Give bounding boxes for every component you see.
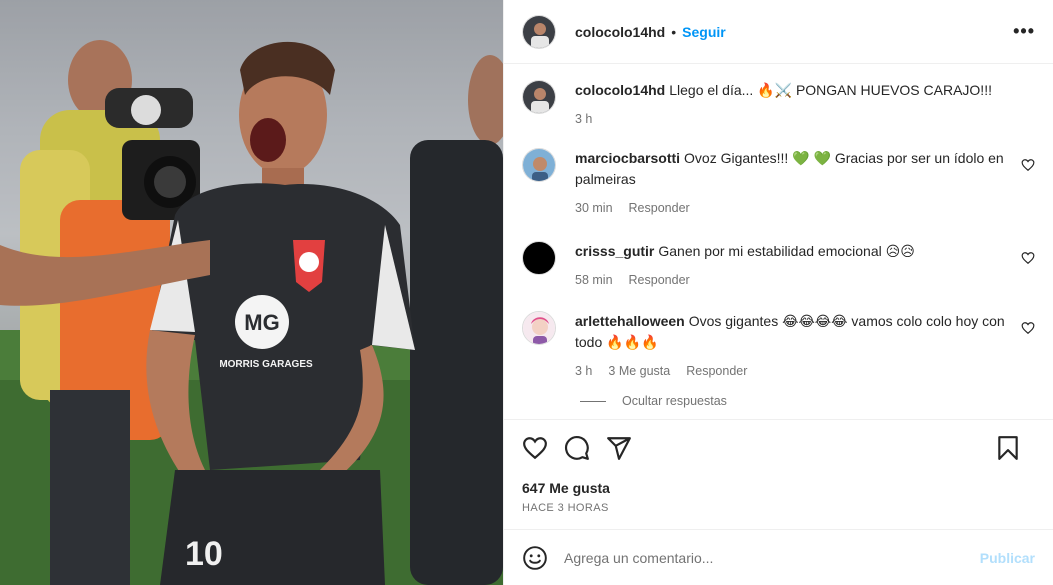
commenter-avatar[interactable] — [522, 241, 556, 275]
author-username[interactable]: colocolo14hd — [575, 24, 665, 40]
hide-replies-line — [580, 400, 606, 402]
hide-replies-button[interactable]: Ocultar respuestas — [580, 394, 1035, 408]
comment-body: arlettehalloween Ovos gigantes 😂😂😂😂 vamos… — [575, 311, 1035, 382]
caption-username[interactable]: colocolo14hd — [575, 82, 665, 98]
bookmark-icon[interactable] — [997, 435, 1019, 461]
comment-time[interactable]: 3 h — [575, 361, 592, 382]
likes-count[interactable]: 647 Me gusta — [522, 480, 1035, 496]
comment-username[interactable]: marciocbarsotti — [575, 150, 680, 166]
share-icon[interactable] — [606, 435, 632, 461]
commenter-avatar[interactable] — [522, 148, 556, 182]
comment-meta: 3 h 3 Me gusta Responder — [575, 361, 1005, 382]
photo-illustration: MG MORRIS GARAGES 10 — [0, 0, 503, 585]
separator-dot: • — [671, 23, 677, 40]
comment-icon[interactable] — [564, 435, 590, 461]
caption-body: colocolo14hd Llego el día... 🔥⚔️ PONGAN H… — [575, 80, 1035, 130]
post-modal: MG MORRIS GARAGES 10 colocolo14hd • Segu… — [0, 0, 1053, 585]
comment-username[interactable]: crisss_gutir — [575, 243, 654, 259]
post-time[interactable]: HACE 3 HORAS — [522, 502, 1035, 514]
comment-time[interactable]: 30 min — [575, 198, 613, 219]
like-comment-icon[interactable] — [1021, 251, 1035, 265]
comment-body: marciocbarsotti Ovoz Gigantes!!! 💚 💚 Grac… — [575, 148, 1035, 219]
comment-input[interactable] — [564, 549, 980, 566]
comment-meta: 58 min Responder — [575, 270, 1005, 291]
comments-list[interactable]: colocolo14hd Llego el día... 🔥⚔️ PONGAN H… — [504, 64, 1053, 419]
like-comment-icon[interactable] — [1021, 321, 1035, 335]
jersey-sponsor-text: MORRIS GARAGES — [219, 359, 313, 370]
reply-button[interactable]: Responder — [686, 361, 747, 382]
commenter-avatar[interactable] — [522, 311, 556, 345]
comment-text: Ganen por mi estabilidad emocional 😥😥 — [658, 243, 915, 259]
comment-likes[interactable]: 3 Me gusta — [608, 361, 670, 382]
more-options-icon[interactable]: ••• — [1013, 21, 1035, 42]
add-comment-bar: Publicar — [504, 529, 1053, 585]
post-actions: 647 Me gusta HACE 3 HORAS — [504, 419, 1053, 529]
caption: colocolo14hd Llego el día... 🔥⚔️ PONGAN H… — [522, 80, 1035, 130]
emoji-icon[interactable] — [522, 545, 548, 571]
reply-button[interactable]: Responder — [629, 270, 690, 291]
like-icon[interactable] — [522, 435, 548, 461]
action-row — [522, 434, 1035, 462]
post-header: colocolo14hd • Seguir ••• — [504, 0, 1053, 64]
post-side-panel: colocolo14hd • Seguir ••• colocolo14hd Ll… — [503, 0, 1053, 585]
jersey-logo-text: MG — [244, 310, 279, 335]
hide-replies-label: Ocultar respuestas — [622, 394, 727, 408]
comment-item: crisss_gutir Ganen por mi estabilidad emo… — [522, 241, 1035, 291]
comment-item: marciocbarsotti Ovoz Gigantes!!! 💚 💚 Grac… — [522, 148, 1035, 219]
reply-button[interactable]: Responder — [629, 198, 690, 219]
comment-username[interactable]: arlettehalloween — [575, 313, 685, 329]
publish-button[interactable]: Publicar — [980, 550, 1035, 566]
like-comment-icon[interactable] — [1021, 158, 1035, 172]
author-avatar[interactable] — [522, 14, 556, 49]
comment-item: arlettehalloween Ovos gigantes 😂😂😂😂 vamos… — [522, 311, 1035, 382]
comment-meta: 30 min Responder — [575, 198, 1005, 219]
caption-time[interactable]: 3 h — [575, 109, 592, 130]
follow-button[interactable]: Seguir — [682, 24, 726, 40]
caption-text: Llego el día... 🔥⚔️ PONGAN HUEVOS CARAJO… — [669, 82, 992, 98]
comment-body: crisss_gutir Ganen por mi estabilidad emo… — [575, 241, 1035, 291]
comment-time[interactable]: 58 min — [575, 270, 613, 291]
caption-avatar[interactable] — [522, 80, 556, 114]
shorts-number: 10 — [185, 535, 223, 573]
post-photo: MG MORRIS GARAGES 10 — [0, 0, 503, 585]
caption-meta: 3 h — [575, 109, 1005, 130]
